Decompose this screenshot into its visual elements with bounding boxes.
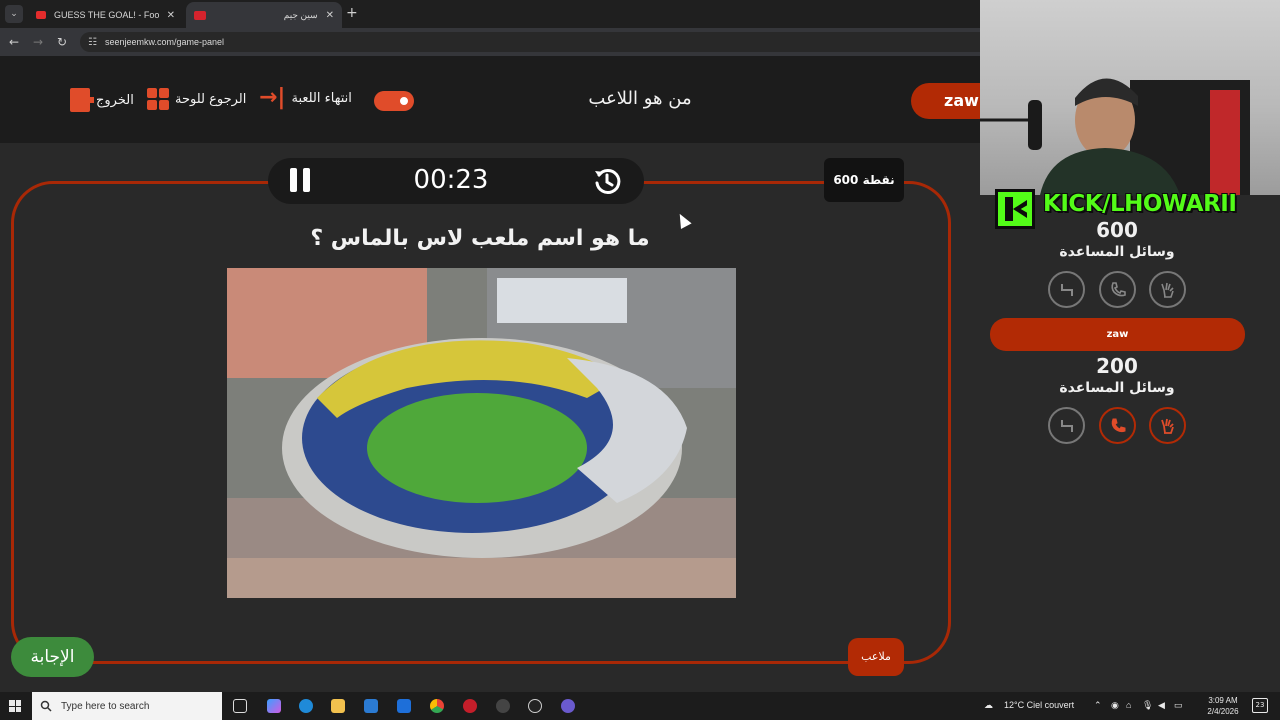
browser-tab-2[interactable]: سين جيم ✕: [186, 2, 342, 28]
tab-title: GUESS THE GOAL! - Football q: [54, 10, 159, 20]
back-to-board-button[interactable]: الرجوع للوحة: [147, 88, 246, 110]
clock-time: 3:09 AM: [1208, 696, 1238, 705]
battery-icon[interactable]: ▭: [1174, 700, 1183, 711]
question-text: ما هو اسم ملعب لاس بالماس ؟: [310, 226, 650, 251]
4k-app-icon[interactable]: [528, 699, 542, 713]
pause-button[interactable]: [290, 168, 310, 192]
team1-call-friend-icon[interactable]: [1099, 271, 1136, 308]
end-game-button[interactable]: →| انتهاء اللعبة: [259, 85, 352, 110]
tray-app-icon[interactable]: ◉: [1111, 700, 1119, 711]
game-toggle-switch[interactable]: [374, 91, 414, 111]
microphone-icon[interactable]: 🎙︎: [1142, 700, 1153, 711]
new-tab-button[interactable]: +: [346, 6, 358, 20]
clock-date: 2/4/2026: [1207, 707, 1239, 716]
points-badge: 600 نقطة: [824, 158, 904, 202]
notification-center-icon[interactable]: 23: [1252, 698, 1268, 713]
exit-label: الخروج: [96, 92, 134, 108]
board-grid-icon: [147, 88, 169, 110]
arrow-to-line-icon: →|: [259, 85, 286, 110]
game-header: الخروج الرجوع للوحة →| انتهاء اللعبة من …: [0, 56, 980, 143]
scoreboard-overlay: [980, 195, 1280, 692]
team2-name-bar: zaw: [990, 318, 1245, 351]
show-hidden-icons-icon[interactable]: ⌃: [1094, 700, 1102, 711]
end-game-label: انتهاء اللعبة: [291, 90, 352, 106]
volume-icon[interactable]: ◀: [1158, 700, 1165, 711]
youtube-icon: [36, 11, 46, 19]
team1-two-answers-icon[interactable]: [1048, 271, 1085, 308]
timer-display: 00:23: [413, 165, 489, 195]
copilot-icon[interactable]: [267, 699, 281, 713]
chrome-icon[interactable]: [430, 699, 444, 713]
show-answer-button[interactable]: الإجابة: [11, 637, 94, 677]
exit-door-icon: [70, 88, 94, 112]
windows-start-icon[interactable]: [9, 700, 21, 712]
file-explorer-icon[interactable]: [331, 699, 345, 713]
search-placeholder: Type here to search: [61, 700, 150, 712]
current-team-badge: zaw: [911, 83, 980, 119]
reload-icon[interactable]: ↻: [57, 35, 67, 49]
windows-taskbar: Type here to search ☁ 12°C Ciel couvert …: [0, 692, 1280, 720]
close-tab-icon[interactable]: ✕: [167, 10, 175, 21]
obs-icon[interactable]: [496, 699, 510, 713]
restart-timer-icon[interactable]: [592, 166, 622, 196]
kick-channel-text: KICK/LHOWARII: [1043, 191, 1237, 217]
weather-icon[interactable]: ☁: [984, 700, 993, 711]
tab-search-button[interactable]: ⌄: [5, 5, 23, 23]
weather-text[interactable]: 12°C Ciel couvert: [1004, 700, 1074, 710]
app-icon[interactable]: [463, 699, 477, 713]
team2-hand-hint-icon[interactable]: [1149, 407, 1186, 444]
url-text: seenjeemkw.com/game-panel: [104, 37, 225, 47]
network-icon[interactable]: ⌂: [1126, 700, 1131, 710]
back-arrow-icon[interactable]: ←: [9, 35, 19, 49]
exit-button[interactable]: الخروج: [70, 88, 134, 112]
browser-tab-strip: ⌄ GUESS THE GOAL! - Football q ✕ سين جيم…: [0, 0, 980, 28]
discord-icon[interactable]: [561, 699, 575, 713]
url-field[interactable]: ☷ seenjeemkw.com/game-panel: [80, 32, 980, 52]
store-icon[interactable]: [364, 699, 378, 713]
game-panel: الخروج الرجوع للوحة →| انتهاء اللعبة من …: [0, 56, 980, 692]
team1-score: 600: [1096, 218, 1138, 242]
team2-score: 200: [1096, 354, 1138, 378]
team1-hand-hint-icon[interactable]: [1149, 271, 1186, 308]
edge-icon[interactable]: [299, 699, 313, 713]
forward-arrow-icon[interactable]: →: [33, 35, 43, 49]
team1-aids-label: وسائل المساعدة: [1059, 244, 1175, 260]
back-to-board-label: الرجوع للوحة: [175, 91, 247, 107]
stadium-photo: [227, 268, 736, 598]
taskbar-search-box[interactable]: Type here to search: [32, 692, 222, 720]
browser-tab-1[interactable]: GUESS THE GOAL! - Football q ✕: [28, 2, 183, 28]
tab-title: سين جيم: [283, 9, 318, 20]
close-tab-icon[interactable]: ✕: [326, 10, 334, 21]
site-info-icon[interactable]: ☷: [88, 37, 97, 48]
team2-two-answers-icon[interactable]: [1048, 407, 1085, 444]
team2-aids-label: وسائل المساعدة: [1059, 380, 1175, 396]
toggle-knob: [397, 94, 411, 108]
question-category-badge: ملاعب: [848, 638, 904, 676]
mail-icon[interactable]: [397, 699, 411, 713]
task-view-icon[interactable]: [233, 699, 247, 713]
taskbar-clock[interactable]: 3:09 AM 2/4/2026: [1200, 695, 1246, 717]
site-favicon-icon: [194, 10, 206, 20]
search-icon: [40, 700, 52, 712]
address-bar: ← → ↻ ☷ seenjeemkw.com/game-panel: [0, 28, 980, 56]
category-title: من هو اللاعب: [588, 88, 692, 109]
team2-call-friend-icon[interactable]: [1099, 407, 1136, 444]
webcam-feed: [980, 0, 1280, 195]
